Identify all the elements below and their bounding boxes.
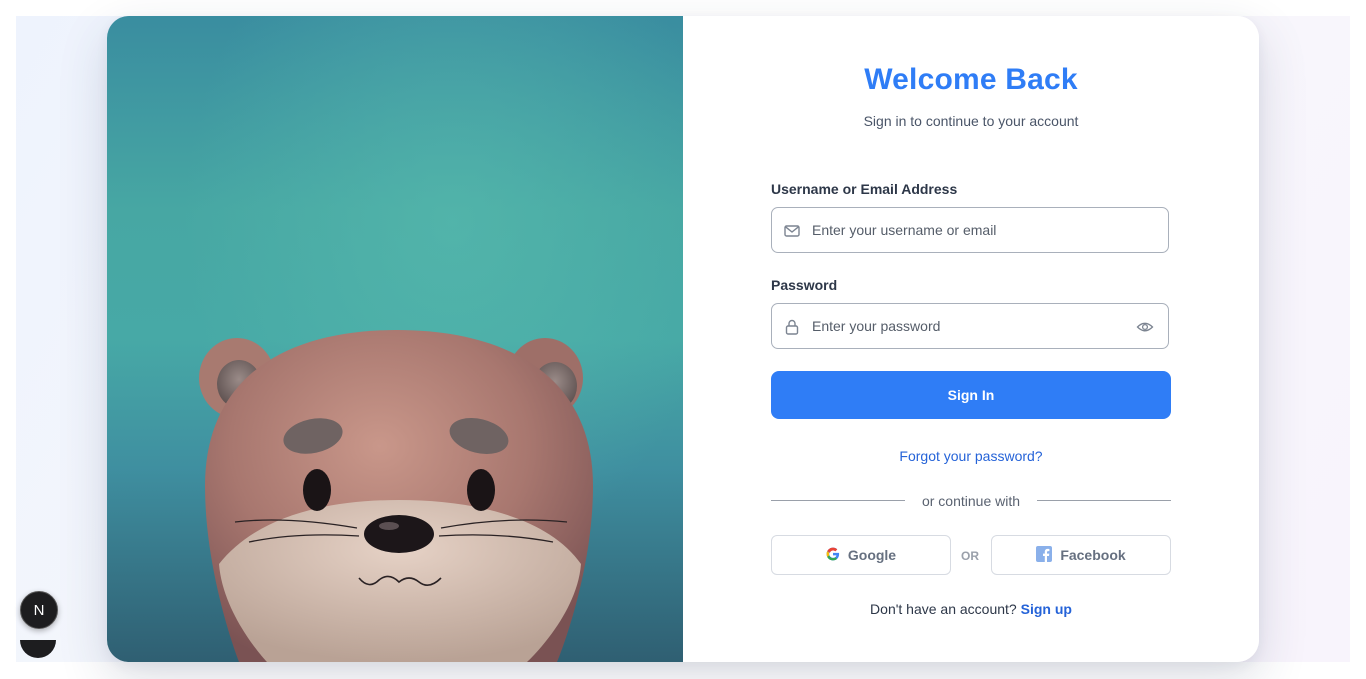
sign-in-button[interactable]: Sign In [771, 371, 1171, 419]
divider-text: or continue with [921, 493, 1021, 509]
password-field[interactable] [771, 303, 1169, 349]
password-input[interactable] [812, 304, 1112, 348]
google-button[interactable]: Google [771, 535, 951, 575]
page-title: Welcome Back [864, 63, 1078, 96]
dev-tools-badge[interactable]: N [20, 591, 58, 629]
divider-right [1037, 500, 1171, 501]
username-field[interactable] [771, 207, 1169, 253]
otter-image [199, 330, 593, 662]
google-button-label: Google [847, 547, 897, 563]
username-input[interactable] [812, 208, 1112, 252]
facebook-icon [1036, 545, 1053, 565]
signup-prompt: Don't have an account? Sign up [683, 601, 1259, 617]
username-label: Username or Email Address [771, 181, 958, 197]
badge-letter: N [33, 601, 45, 619]
login-form: Welcome Back Sign in to continue to your… [683, 16, 1259, 662]
mail-icon [783, 222, 801, 240]
eye-icon[interactable] [1136, 319, 1154, 335]
facebook-button-label: Facebook [1060, 547, 1126, 563]
forgot-password-link[interactable]: Forgot your password? [683, 448, 1259, 464]
lock-icon [783, 318, 801, 336]
login-card: Welcome Back Sign in to continue to your… [107, 16, 1259, 662]
or-separator: OR [961, 549, 979, 563]
google-icon [826, 547, 840, 564]
otter-illustration [107, 16, 683, 662]
page-subtitle: Sign in to continue to your account [863, 113, 1079, 129]
facebook-button[interactable]: Facebook [991, 535, 1171, 575]
sign-up-link[interactable]: Sign up [1021, 601, 1072, 617]
signup-prompt-text: Don't have an account? [870, 601, 1017, 617]
password-label: Password [771, 277, 838, 293]
